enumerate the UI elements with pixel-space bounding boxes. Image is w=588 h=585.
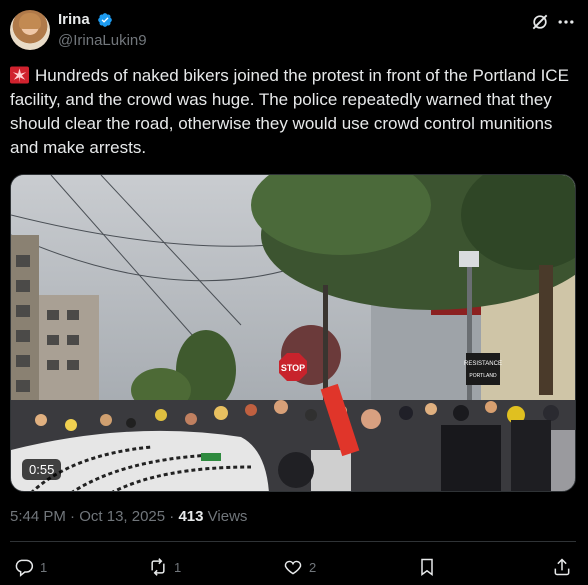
video-thumbnail: STOP RESISTANCE PORTLAND <box>11 175 575 491</box>
video-duration: 0:55 <box>22 459 62 480</box>
retweet-icon <box>151 558 165 576</box>
resistance-sign-subtext: PORTLAND <box>469 373 497 379</box>
reply-count: 1 <box>40 559 48 575</box>
share-button[interactable] <box>552 555 578 579</box>
post-date[interactable]: Oct 13, 2025 <box>79 508 165 525</box>
video-player[interactable]: STOP RESISTANCE PORTLAND 0:55 <box>10 174 576 492</box>
tweet-body: Hundreds of naked bikers joined the prot… <box>10 66 569 157</box>
verified-badge-icon <box>98 12 112 27</box>
reply-icon <box>15 559 34 577</box>
handle[interactable]: @IrinaLukin9 <box>58 32 147 49</box>
bookmark-icon <box>421 558 433 576</box>
share-icon <box>554 558 570 576</box>
bookmark-button[interactable] <box>417 555 443 579</box>
divider <box>10 541 576 542</box>
stop-sign-text: STOP <box>281 363 305 373</box>
display-name[interactable]: Irina <box>58 11 90 28</box>
post-time[interactable]: 5:44 PM <box>10 508 66 525</box>
action-bar: 1 1 2 <box>10 555 578 581</box>
grok-icon[interactable] <box>530 12 550 32</box>
tweet-meta: 5:44 PM · Oct 13, 2025 · 413 Views <box>10 508 248 525</box>
views-label: Views <box>203 508 248 525</box>
avatar[interactable] <box>10 10 50 50</box>
like-count: 2 <box>309 559 317 575</box>
more-icon[interactable] <box>556 12 576 32</box>
retweet-count: 1 <box>174 559 182 575</box>
tweet-text: Hundreds of naked bikers joined the prot… <box>10 64 576 160</box>
police-light-siren-icon <box>10 66 29 84</box>
reply-button[interactable]: 1 <box>14 555 47 579</box>
author-info: Irina @IrinaLukin9 <box>58 11 147 49</box>
like-button[interactable]: 2 <box>283 555 316 579</box>
resistance-sign-text: RESISTANCE <box>464 361 502 367</box>
heart-icon <box>284 560 302 575</box>
views-count: 413 <box>178 508 204 525</box>
retweet-button[interactable]: 1 <box>148 555 181 579</box>
tweet-header: Irina @IrinaLukin9 <box>10 10 578 54</box>
